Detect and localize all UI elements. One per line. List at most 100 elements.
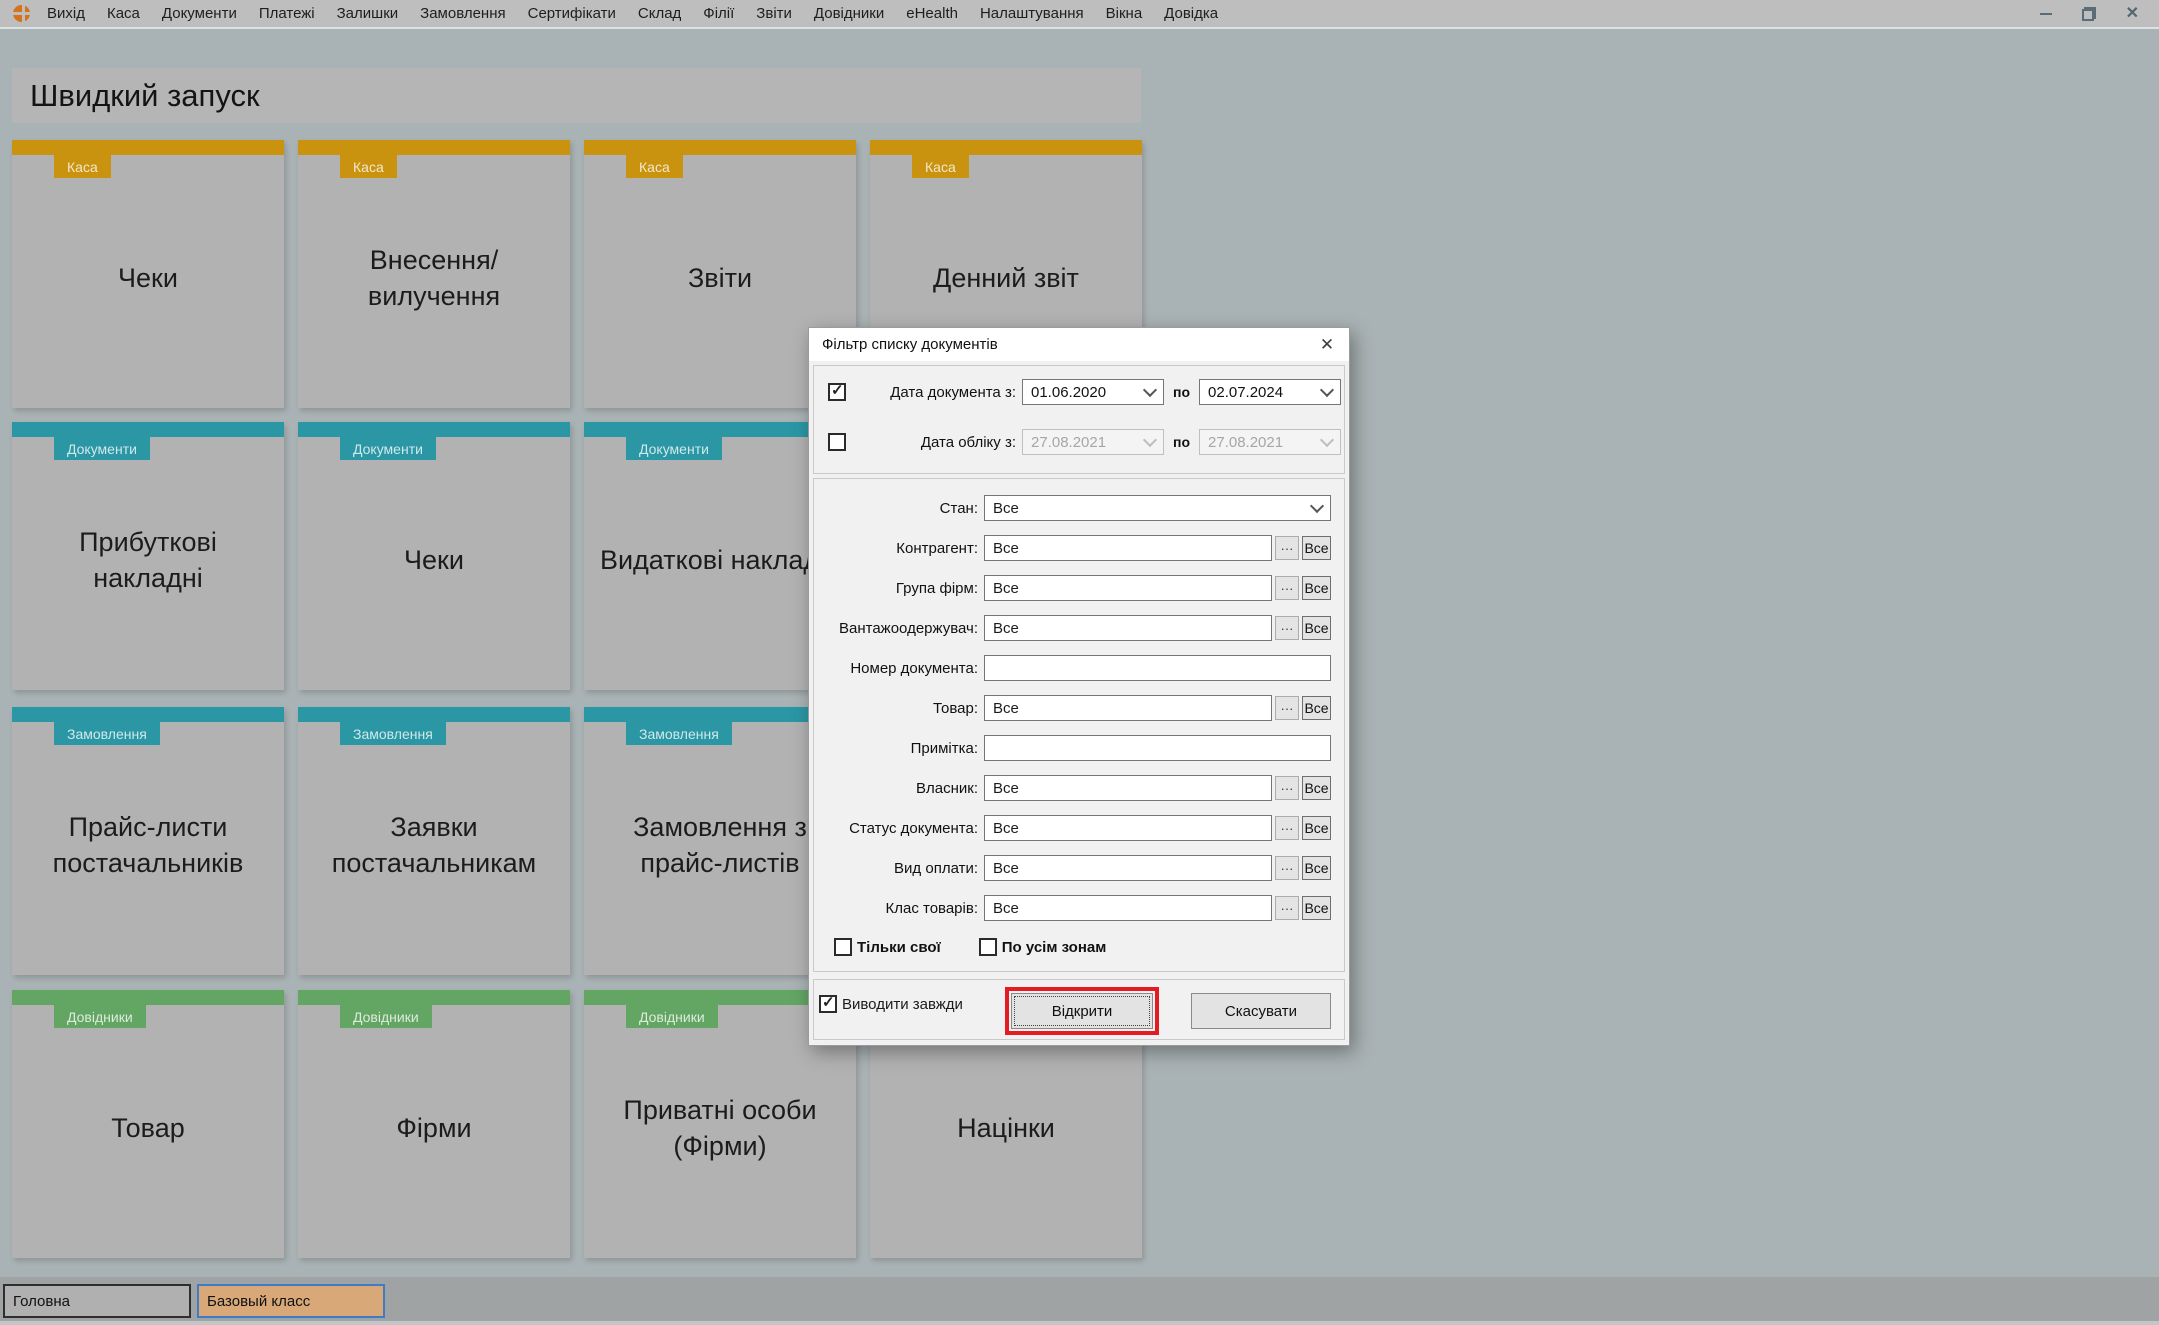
tab-bazovyi-klass[interactable]: Базовый класс — [197, 1284, 385, 1318]
date-value: 02.07.2024 — [1208, 384, 1283, 401]
browse-ellipsis-button[interactable]: ··· — [1275, 816, 1299, 840]
minimize-icon[interactable] — [2040, 13, 2052, 15]
date-to-select[interactable]: 27.08.2021 — [1199, 429, 1341, 455]
quick-launch-tile[interactable]: ЗамовленняЗаявки постачальникам — [298, 707, 570, 975]
tile-label: Чеки — [312, 437, 556, 684]
field-label: Примітка: — [820, 740, 984, 757]
tile-label: Товар — [26, 1005, 270, 1252]
field-control: Все···Все — [984, 695, 1331, 721]
quick-launch-tile[interactable]: ДовідникиФірми — [298, 990, 570, 1258]
quick-launch-tile[interactable]: ЗамовленняПрайс-листи постачальників — [12, 707, 284, 975]
date-from-select[interactable]: 01.06.2020 — [1022, 379, 1164, 405]
always-show-checkbox[interactable] — [819, 995, 837, 1013]
browse-ellipsis-button[interactable]: ··· — [1275, 576, 1299, 600]
select-all-button[interactable]: Все — [1302, 696, 1331, 720]
menu-item[interactable]: Склад — [627, 5, 692, 22]
date-filter-label: Дата обліку з: — [856, 434, 1016, 451]
select-all-button[interactable]: Все — [1302, 576, 1331, 600]
menu-item[interactable]: Замовлення — [409, 5, 516, 22]
menu-item[interactable]: Звіти — [745, 5, 803, 22]
date-filter-checkbox[interactable] — [828, 383, 846, 401]
quick-launch-tile[interactable]: КасаЧеки — [12, 140, 284, 408]
cancel-button[interactable]: Скасувати — [1191, 993, 1331, 1029]
page-title: Швидкий запуск — [30, 78, 260, 114]
flag-checkbox[interactable] — [979, 938, 997, 956]
tile-category-bar — [584, 140, 856, 155]
chevron-down-icon — [1310, 499, 1324, 513]
date-to-select[interactable]: 02.07.2024 — [1199, 379, 1341, 405]
filter-field-row: Група фірм:Все···Все — [820, 568, 1344, 608]
field-lookup-input[interactable]: Все — [984, 615, 1272, 641]
field-label: Контрагент: — [820, 540, 984, 557]
field-lookup-input[interactable]: Все — [984, 815, 1272, 841]
browse-ellipsis-button[interactable]: ··· — [1275, 896, 1299, 920]
flag-checkbox[interactable] — [834, 938, 852, 956]
filter-field-row: Власник:Все···Все — [820, 768, 1344, 808]
date-from-select[interactable]: 27.08.2021 — [1022, 429, 1164, 455]
field-text-input[interactable] — [984, 655, 1331, 681]
filter-field-row: Статус документа:Все···Все — [820, 808, 1344, 848]
browse-ellipsis-button[interactable]: ··· — [1275, 616, 1299, 640]
flag-checkbox-group[interactable]: Тільки свої — [834, 938, 941, 956]
select-all-button[interactable]: Все — [1302, 616, 1331, 640]
restore-icon[interactable] — [2082, 7, 2096, 21]
select-all-button[interactable]: Все — [1302, 776, 1331, 800]
window-controls: ✕ — [2040, 6, 2139, 22]
select-all-button[interactable]: Все — [1302, 536, 1331, 560]
menu-item[interactable]: Каса — [96, 5, 151, 22]
menu-item[interactable]: Вікна — [1095, 5, 1154, 22]
field-lookup-input[interactable]: Все — [984, 575, 1272, 601]
field-text-input[interactable] — [984, 735, 1331, 761]
field-lookup-input[interactable]: Все — [984, 535, 1272, 561]
tile-label: Видаткові накладні — [598, 437, 842, 684]
field-lookup-input[interactable]: Все — [984, 775, 1272, 801]
menu-item[interactable]: Залишки — [326, 5, 410, 22]
flag-checkbox-row: Тільки свої По усім зонам — [820, 938, 1344, 956]
tile-category-bar — [298, 707, 570, 722]
date-filter-checkbox[interactable] — [828, 433, 846, 451]
date-value: 01.06.2020 — [1031, 384, 1106, 401]
flag-checkbox-group[interactable]: По усім зонам — [979, 938, 1107, 956]
field-dropdown[interactable]: Все — [984, 495, 1331, 521]
browse-ellipsis-button[interactable]: ··· — [1275, 856, 1299, 880]
field-lookup-input[interactable]: Все — [984, 695, 1272, 721]
quick-launch-tile[interactable]: ДокументиЧеки — [298, 422, 570, 690]
field-value: Все — [993, 620, 1019, 637]
field-lookup-input[interactable]: Все — [984, 855, 1272, 881]
tile-category-bar — [12, 990, 284, 1005]
browse-ellipsis-button[interactable]: ··· — [1275, 536, 1299, 560]
open-button[interactable]: Відкрити — [1011, 993, 1153, 1029]
always-show-checkbox-group[interactable]: Виводити завжди — [819, 995, 963, 1013]
menu-item[interactable]: Платежі — [248, 5, 326, 22]
field-label: Вантажоодержувач: — [820, 620, 984, 637]
dialog-title-bar[interactable]: Фільтр списку документів — [809, 328, 1349, 361]
menu-item[interactable]: eHealth — [895, 5, 969, 22]
field-control: Все···Все — [984, 535, 1331, 561]
filter-field-row: Клас товарів:Все···Все — [820, 888, 1344, 928]
browse-ellipsis-button[interactable]: ··· — [1275, 776, 1299, 800]
select-all-button[interactable]: Все — [1302, 816, 1331, 840]
field-label: Вид оплати: — [820, 860, 984, 877]
menu-item[interactable]: Філії — [692, 5, 745, 22]
quick-launch-tile[interactable]: КасаВнесення/вилучення — [298, 140, 570, 408]
quick-launch-tile[interactable]: ДокументиПрибуткові накладні — [12, 422, 284, 690]
tile-category-bar — [298, 990, 570, 1005]
field-value: Все — [993, 780, 1019, 797]
dialog-close-icon[interactable]: ✕ — [1317, 335, 1337, 355]
close-icon[interactable]: ✕ — [2126, 6, 2139, 22]
menu-item[interactable]: Документи — [151, 5, 248, 22]
menu-item[interactable]: Довідники — [803, 5, 895, 22]
tab-holovna[interactable]: Головна — [3, 1284, 191, 1318]
menu-item[interactable]: Вихід — [36, 5, 96, 22]
browse-ellipsis-button[interactable]: ··· — [1275, 696, 1299, 720]
quick-launch-tile[interactable]: ДовідникиТовар — [12, 990, 284, 1258]
menu-item[interactable]: Довідка — [1153, 5, 1229, 22]
menu-item[interactable]: Сертифікати — [517, 5, 627, 22]
select-all-button[interactable]: Все — [1302, 896, 1331, 920]
tile-category-bar — [12, 422, 284, 437]
field-lookup-input[interactable]: Все — [984, 895, 1272, 921]
select-all-button[interactable]: Все — [1302, 856, 1331, 880]
filter-field-row: Стан:Все — [820, 488, 1344, 528]
field-control: Все···Все — [984, 855, 1331, 881]
menu-item[interactable]: Налаштування — [969, 5, 1095, 22]
